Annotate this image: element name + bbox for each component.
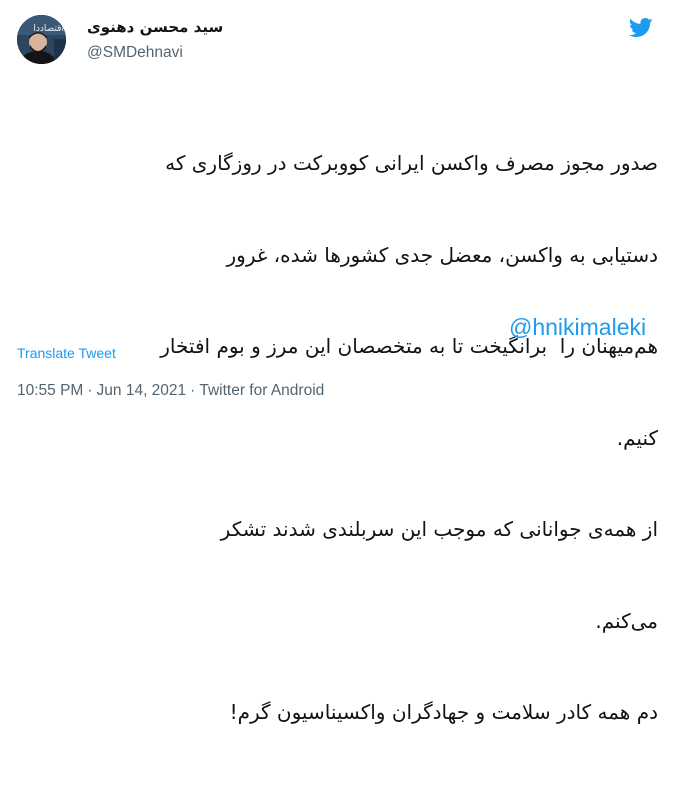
tweet-date[interactable]: Jun 14, 2021 (97, 382, 187, 399)
meta-separator: · (190, 382, 196, 399)
meta-separator: · (87, 382, 93, 399)
tweet-line: دستیابی به واکسن، معضل جدی کشورها شده، غ… (226, 242, 658, 267)
tweet-text: صدور مجوز مصرف واکسن ایرانی کووبرکت در ر… (17, 87, 658, 789)
tweet-line: از همه‌ی جوانانی که موجب این سربلندی شدن… (220, 517, 658, 541)
tweet-header: اقتصاددا سید محسن دهنوی @SMDehnavi (17, 12, 663, 68)
avatar[interactable]: اقتصاددا (17, 15, 66, 64)
tweet-line: صدور مجوز مصرف واکسن ایرانی کووبرکت در ر… (165, 151, 658, 175)
tweet-card: اقتصاددا سید محسن دهنوی @SMDehnavi صدور … (0, 0, 677, 724)
tweet-meta: 10:55 PM · Jun 14, 2021 · Twitter for Androi… (17, 380, 324, 402)
tweet-line: کنیم. (616, 425, 658, 450)
tweet-line: می‌کنم. (595, 608, 658, 633)
display-name[interactable]: سید محسن دهنوی (87, 16, 387, 38)
tweet-time[interactable]: 10:55 PM (17, 382, 83, 399)
translate-tweet-link[interactable]: Translate Tweet (17, 344, 116, 362)
tweet-line: دم همه کادر سلامت و جهادگران واکسیناسیون… (229, 700, 658, 724)
twitter-bird-icon[interactable] (629, 17, 653, 39)
user-handle[interactable]: @SMDehnavi (87, 42, 387, 64)
author-names: سید محسن دهنوی @SMDehnavi (87, 16, 387, 64)
avatar-image: اقتصاددا (17, 15, 66, 64)
mention-link[interactable]: @hnikimaleki (509, 313, 646, 341)
tweet-source[interactable]: Twitter for Android (199, 382, 324, 399)
twitter-bird-icon-svg (629, 18, 653, 37)
